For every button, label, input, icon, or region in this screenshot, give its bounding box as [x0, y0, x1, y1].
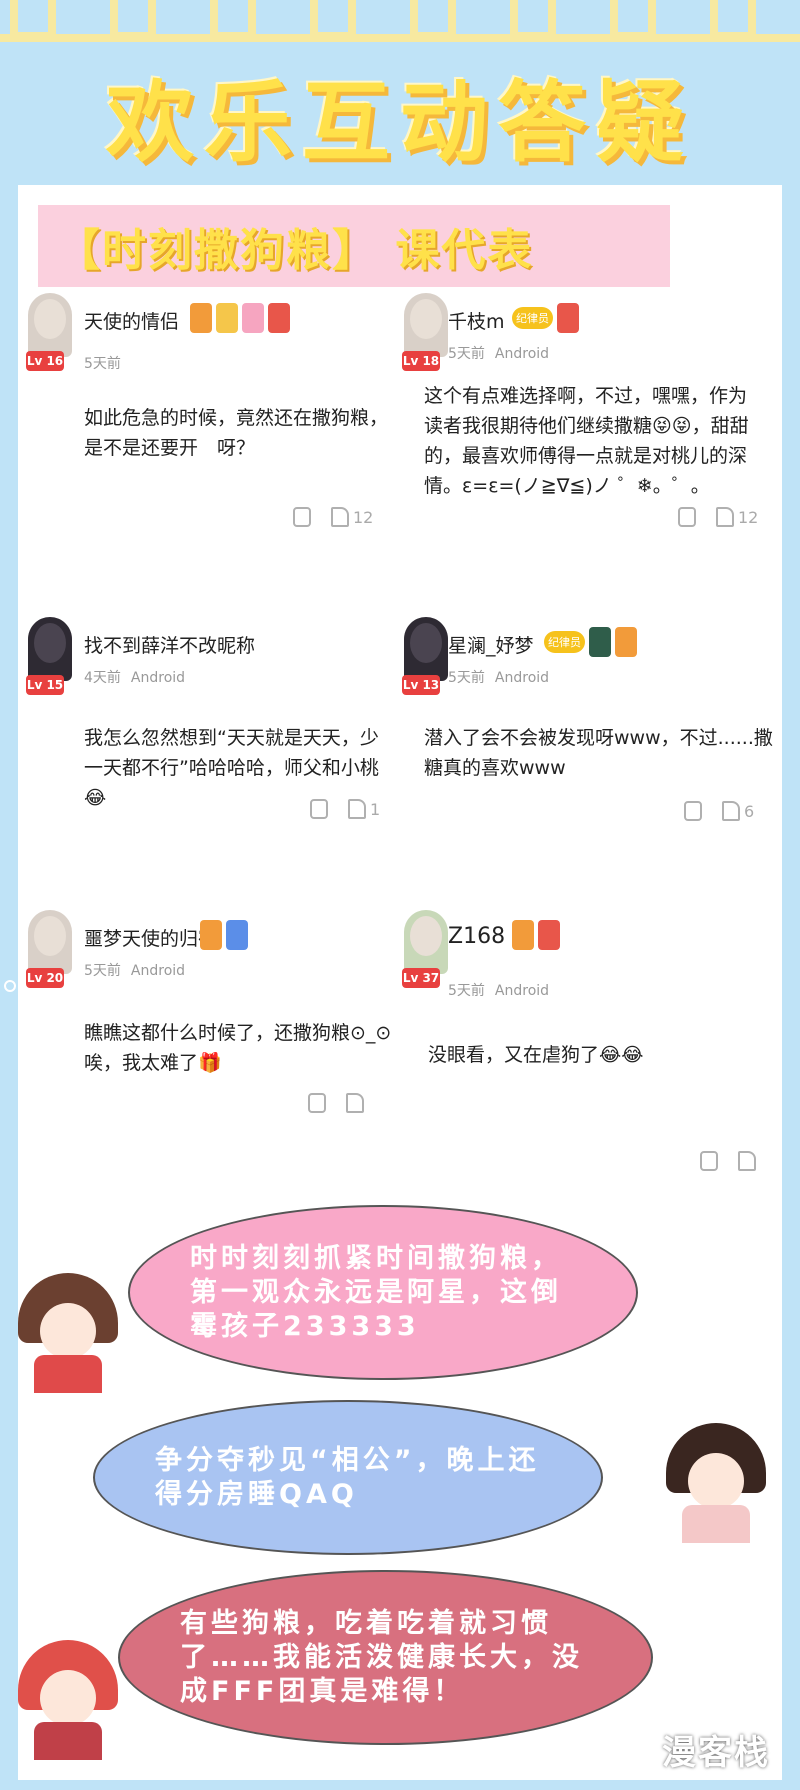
level-badge: Lv 20 — [26, 968, 64, 988]
comment-meta: 5天前 Android — [448, 346, 550, 362]
like-button[interactable]: 12 — [331, 507, 373, 527]
username[interactable]: 噩梦天使的归宿 — [84, 924, 217, 951]
book-icon — [226, 920, 248, 950]
comment-card: Lv 15 找不到薛洋不改昵称 4天前 Android 我怎么忽然想到“天天就是天… — [22, 617, 398, 817]
thumbs-up-icon — [738, 1151, 756, 1171]
graduation-cap-icon — [589, 627, 611, 657]
comment-meta: 5天前 — [84, 356, 121, 372]
reply-icon[interactable] — [700, 1151, 718, 1171]
avatar[interactable] — [28, 617, 72, 681]
comment-meta: 4天前 Android — [84, 670, 186, 686]
like-button[interactable]: 1 — [348, 799, 380, 819]
comment-card: Lv 16 天使的情侣 5天前 如此危急的时候，竟然还在撒狗粮，是不是还要开 呀… — [22, 293, 398, 533]
thumbs-up-icon — [331, 507, 349, 527]
username[interactable]: Z168 — [448, 924, 505, 949]
badge-list: 纪律员 — [544, 627, 637, 657]
avatar[interactable] — [404, 293, 448, 357]
reply-icon[interactable] — [678, 507, 696, 527]
level-badge: Lv 37 — [402, 968, 440, 988]
medal-icon — [615, 627, 637, 657]
decor-crenel — [10, 0, 56, 40]
comment-actions: 12 — [678, 507, 758, 527]
comment-meta: 5天前 Android — [84, 963, 186, 979]
gift-icon — [557, 303, 579, 333]
like-button[interactable]: 6 — [722, 801, 754, 821]
decor-crenel — [210, 0, 256, 40]
like-button[interactable] — [738, 1151, 760, 1171]
comment-text: 瞧瞧这都什么时候了，还撒狗粮⊙_⊙唉，我太难了🎁 — [84, 1022, 392, 1074]
comment-actions — [700, 1151, 760, 1171]
decor-crenel — [710, 0, 756, 40]
username[interactable]: 找不到薛洋不改昵称 — [84, 631, 255, 658]
medal-icon — [190, 303, 212, 333]
comment-text: 如此危急的时候，竟然还在撒狗粮，是不是还要开 呀？ — [84, 407, 389, 459]
like-button[interactable]: 12 — [716, 507, 758, 527]
avatar[interactable] — [28, 293, 72, 357]
speech-bubble: 有些狗粮，吃着吃着就习惯了……我能活泼健康长大，没成FFF团真是难得！ — [118, 1570, 653, 1745]
trophy-icon — [216, 303, 238, 333]
medal-icon — [512, 920, 534, 950]
reply-icon[interactable] — [293, 507, 311, 527]
section-banner: 【时刻撒狗粮】 课代表 — [38, 205, 670, 287]
badge-list — [200, 920, 248, 950]
content-panel: 【时刻撒狗粮】 课代表 Lv 16 天使的情侣 5天前 如此危急的时候，竟然还在… — [18, 185, 782, 1780]
comment-text: 潜入了会不会被发现呀www，不过......撒糖真的喜欢www — [424, 727, 773, 779]
thumbs-up-icon — [346, 1093, 364, 1113]
level-badge: Lv 18 — [402, 351, 440, 371]
character-avatar — [18, 1640, 118, 1760]
medal-icon — [200, 920, 222, 950]
speech-bubble: 争分夺秒见“相公”，晚上还得分房睡QAQ — [93, 1400, 603, 1555]
character-avatar — [666, 1423, 766, 1543]
speech-bubble: 时时刻刻抓紧时间撒狗粮，第一观众永远是阿星，这倒霉孩子233333 — [128, 1205, 638, 1380]
comment-card: Lv 18 千枝m 纪律员 5天前 Android 这个有点难选择啊，不过，嘿嘿，… — [398, 293, 774, 533]
level-badge: Lv 15 — [26, 675, 64, 695]
brand-logo: 漫客栈 — [662, 1733, 770, 1773]
thumbs-up-icon — [348, 799, 366, 819]
comment-actions: 1 — [310, 799, 380, 819]
decor-crenel — [110, 0, 156, 40]
like-button[interactable] — [346, 1093, 368, 1113]
comment-meta: 5天前 Android — [448, 670, 550, 686]
avatar[interactable] — [28, 910, 72, 974]
decor-crenel — [310, 0, 356, 40]
badge-list — [190, 303, 290, 333]
comment-card: Lv 20 噩梦天使的归宿 5天前 Android 瞧瞧这都什么时候了，还撒狗粮⊙… — [22, 910, 398, 1110]
role-tag: 纪律员 — [512, 307, 553, 329]
badge-list — [512, 920, 560, 950]
badge-list: 纪律员 — [512, 303, 579, 333]
gift-icon — [538, 920, 560, 950]
decor-crenel — [410, 0, 456, 40]
comment-text: 没眼看，又在虐狗了😂😂 — [428, 1044, 644, 1066]
comment-card: Lv 37 Z168 5天前 Android 没眼看，又在虐狗了😂😂 — [398, 910, 774, 1110]
comment-actions: 12 — [293, 507, 373, 527]
thumbs-up-icon — [716, 507, 734, 527]
comment-text: 这个有点难选择啊，不过，嘿嘿，作为读者我很期待他们继续撒糖😝😝，甜甜的，最喜欢师… — [424, 385, 749, 497]
username[interactable]: 星澜_妤梦 — [448, 631, 534, 658]
character-avatar — [18, 1273, 118, 1393]
level-badge: Lv 16 — [26, 351, 64, 371]
reply-icon[interactable] — [308, 1093, 326, 1113]
username[interactable]: 千枝m — [448, 307, 505, 334]
reply-icon[interactable] — [310, 799, 328, 819]
decor-crenel — [610, 0, 656, 40]
page-title: 欢乐互动答疑 — [105, 70, 694, 174]
reply-icon[interactable] — [684, 801, 702, 821]
gift-icon — [268, 303, 290, 333]
level-badge: Lv 13 — [402, 675, 440, 695]
avatar[interactable] — [404, 910, 448, 974]
comment-card: Lv 13 星澜_妤梦 纪律员 5天前 Android 潜入了会不会被发现呀www… — [398, 617, 774, 817]
username[interactable]: 天使的情侣 — [84, 307, 179, 334]
donut-icon — [242, 303, 264, 333]
thumbs-up-icon — [722, 801, 740, 821]
comment-actions: 6 — [684, 801, 754, 821]
comment-meta: 5天前 Android — [448, 983, 550, 999]
avatar[interactable] — [404, 617, 448, 681]
decor-dot — [4, 980, 16, 992]
role-tag: 纪律员 — [544, 631, 585, 653]
decor-crenel — [510, 0, 556, 40]
comment-actions — [308, 1093, 368, 1113]
